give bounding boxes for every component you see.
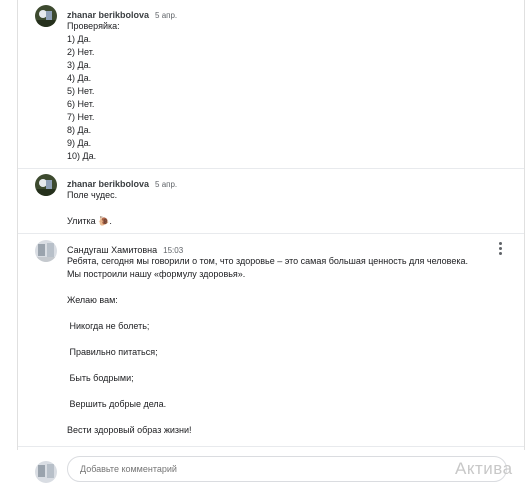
windows-activation-watermark: Актива (455, 459, 513, 478)
comment-text: Проверяйка: 1) Да. 2) Нет. 3) Да. 4) Да.… (67, 21, 120, 161)
user-photo-avatar-icon (35, 5, 57, 27)
avatar[interactable] (35, 5, 57, 27)
avatar[interactable] (35, 174, 57, 196)
comment-divider (18, 168, 524, 169)
comment-divider (18, 446, 524, 447)
comment-time: 15:03 (163, 246, 184, 255)
comment-text: Ребята, сегодня мы говорили о том, что з… (67, 256, 468, 435)
comment-text: Поле чудес. Улитка 🐌. (67, 190, 118, 226)
user-photo-avatar-icon (35, 240, 57, 262)
comment-author: Сандугаш Хамитовна (67, 245, 158, 255)
comment-item: zhanar berikbolova 5 апр. Проверяйка: 1) … (35, 5, 515, 165)
user-photo-avatar-icon (35, 461, 57, 483)
comment-item: zhanar berikbolova 5 апр. Поле чудес. Ули… (35, 174, 515, 228)
reply-input[interactable] (67, 456, 507, 482)
panel-border-left (17, 0, 18, 450)
comment-author: zhanar berikbolova (67, 179, 150, 189)
more-vert-icon[interactable] (497, 242, 503, 256)
comment-time: 5 апр. (155, 180, 178, 189)
comment-item: Сандугаш Хамитовна 15:03 Ребята, сегодня … (35, 240, 515, 440)
comment-time: 5 апр. (155, 11, 178, 20)
avatar (35, 461, 57, 483)
avatar[interactable] (35, 240, 57, 262)
comment-author: zhanar berikbolova (67, 10, 150, 20)
comment-divider (18, 233, 524, 234)
user-photo-avatar-icon (35, 174, 57, 196)
panel-border-right (524, 0, 525, 450)
